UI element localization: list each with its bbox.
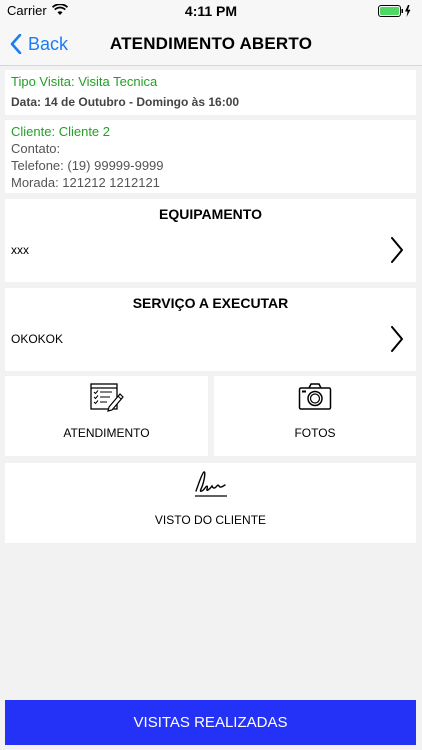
atendimento-label: ATENDIMENTO: [63, 426, 150, 440]
chevron-right-icon: [391, 237, 403, 263]
fotos-label: FOTOS: [294, 426, 336, 440]
status-time: 4:11 PM: [184, 3, 238, 19]
visitas-realizadas-button[interactable]: VISITAS REALIZADAS: [5, 700, 416, 745]
visit-date: Data: 14 de Outubro - Domingo às 16:00: [11, 95, 240, 109]
atendimento-button[interactable]: ATENDIMENTO: [5, 376, 208, 456]
client-address: Morada: 121212 1212121: [11, 175, 160, 190]
visto-cliente-button[interactable]: VISTO DO CLIENTE: [5, 463, 416, 543]
visit-type: Tipo Visita: Visita Tecnica: [11, 74, 158, 89]
visto-cliente-label: VISTO DO CLIENTE: [154, 513, 267, 527]
visit-info-card: Tipo Visita: Visita Tecnica Data: 14 de …: [5, 70, 416, 115]
status-bar: Carrier 4:11 PM: [0, 0, 422, 22]
signature-icon: [5, 469, 416, 499]
client-phone: Telefone: (19) 99999-9999: [11, 158, 164, 173]
servico-value: OKOKOK: [11, 332, 64, 346]
servico-title: SERVIÇO A EXECUTAR: [132, 295, 289, 311]
client-name: Cliente: Cliente 2: [11, 124, 110, 139]
chevron-right-icon: [391, 326, 403, 352]
navigation-bar: Back ATENDIMENTO ABERTO: [0, 22, 422, 66]
client-contact: Contato:: [11, 141, 61, 156]
fotos-button[interactable]: FOTOS: [214, 376, 416, 456]
equipamento-section[interactable]: EQUIPAMENTO xxx: [5, 199, 416, 282]
client-info-card: Cliente: Cliente 2 Contato: Telefone: (1…: [5, 120, 416, 193]
equipamento-title: EQUIPAMENTO: [159, 206, 262, 222]
camera-icon: [214, 382, 416, 412]
equipamento-value: xxx: [11, 243, 29, 257]
battery-icon: [378, 5, 412, 20]
servico-section[interactable]: SERVIÇO A EXECUTAR OKOKOK: [5, 288, 416, 371]
form-edit-icon: [5, 382, 208, 412]
page-title: ATENDIMENTO ABERTO: [109, 34, 313, 53]
